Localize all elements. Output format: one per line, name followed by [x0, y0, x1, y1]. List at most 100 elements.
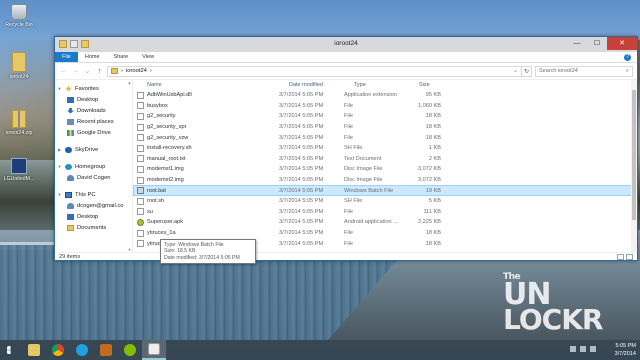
nav-desktop[interactable]: Desktop — [55, 94, 132, 105]
refresh-button[interactable]: ↻ — [522, 65, 532, 77]
desktop-icon-ioroot24-zip[interactable]: ioroot24.zip — [2, 110, 36, 136]
taskbar-app[interactable] — [94, 340, 118, 360]
file-row[interactable]: root.sh 3/7/2014 5:05 PM SH File 5 KB — [133, 196, 637, 207]
file-size: 111 KB — [423, 208, 441, 215]
file-date: 3/7/2014 5:05 PM — [279, 155, 324, 162]
nav-skydrive[interactable]: ▶ SkyDrive — [55, 144, 132, 155]
file-row[interactable]: busybox 3/7/2014 5:05 PM File 1,060 KB — [133, 101, 637, 112]
file-size: 18 KB — [425, 240, 441, 247]
file-name-cell: ytiruces_1a — [137, 229, 279, 237]
file-name-cell: g2_security_vzw — [137, 134, 279, 142]
file-row[interactable]: modemst2.img 3/7/2014 5:05 PM Disc Image F… — [133, 175, 637, 186]
details-view-icon[interactable] — [617, 254, 624, 260]
file-size: 19 KB — [425, 187, 441, 194]
file-icon — [137, 134, 144, 142]
item-count: 29 items — [59, 254, 81, 260]
scrollbar-thumb[interactable] — [632, 90, 636, 220]
nav-this-pc[interactable]: ▼ This PC — [55, 189, 132, 200]
file-name-cell: g2_security_spr — [137, 123, 279, 131]
nav-google-drive[interactable]: Google Drive — [55, 127, 132, 138]
column-header-type[interactable]: Type — [354, 82, 419, 88]
chevron-down-icon[interactable]: ▼ — [57, 164, 62, 169]
scroll-up-icon[interactable]: ▲ — [128, 80, 132, 85]
clock[interactable]: 5:05 PM 3/7/2014 — [615, 342, 636, 358]
flag-icon[interactable] — [590, 346, 596, 352]
desktop-icon-recycle-bin[interactable]: Recycle Bin — [2, 4, 36, 28]
file-row[interactable]: manual_root.txt 3/7/2014 5:05 PM Text Docu… — [133, 154, 637, 165]
file-row[interactable]: root.bat 3/7/2014 5:05 PM Windows Batch Fi… — [133, 185, 637, 196]
nav-homegroup[interactable]: ▼ Homegroup — [55, 161, 132, 172]
tab-view[interactable]: View — [135, 52, 161, 62]
file-row[interactable]: g2_security_spr 3/7/2014 5:05 PM File 18 KB — [133, 122, 637, 133]
nav-label: SkyDrive — [75, 146, 99, 153]
start-button[interactable] — [0, 340, 22, 360]
tab-home[interactable]: Home — [78, 52, 107, 62]
taskbar-file-explorer[interactable] — [22, 340, 46, 360]
tab-share[interactable]: Share — [107, 52, 136, 62]
file-icon — [137, 208, 144, 216]
minimize-button[interactable]: — — [567, 37, 587, 50]
chevron-right-icon[interactable]: ▶ — [57, 147, 62, 152]
forward-button[interactable]: → — [71, 68, 80, 75]
desktop-icon-ioroot24-folder[interactable]: ioroot24 — [2, 52, 36, 80]
taskbar-spotify[interactable] — [118, 340, 142, 360]
desktop-icon-lgunited[interactable]: LGUnitedM... — [2, 158, 36, 182]
recent-locations-button[interactable]: ⌄ — [83, 67, 92, 75]
volume-icon[interactable] — [580, 346, 586, 352]
network-icon[interactable] — [570, 346, 576, 352]
folder-icon — [111, 68, 118, 74]
file-row[interactable]: Superuser.apk 3/7/2014 5:05 PM Android app… — [133, 217, 637, 228]
search-input[interactable]: Search ioroot24 ⌕ — [535, 65, 633, 77]
explorer-window: ioroot24 — ☐ ✕ File Home Share View ? ← … — [54, 36, 638, 265]
nav-downloads[interactable]: Downloads — [55, 105, 132, 116]
breadcrumb-ioroot24[interactable]: ioroot24 — [126, 68, 147, 74]
file-name: g2_security — [147, 113, 176, 120]
nav-pc-desktop[interactable]: Desktop — [55, 211, 132, 222]
taskbar-chrome[interactable] — [46, 340, 70, 360]
spotify-icon — [124, 344, 136, 356]
file-list-scrollbar[interactable] — [631, 80, 637, 252]
column-header-name[interactable]: Name — [147, 82, 289, 88]
file-row[interactable]: AdbWinUsbApi.dll 3/7/2014 5:05 PM Applicat… — [133, 90, 637, 101]
tab-file[interactable]: File — [55, 52, 78, 62]
help-icon[interactable]: ? — [624, 54, 631, 61]
chevron-down-icon[interactable]: ▼ — [57, 192, 62, 197]
file-row[interactable]: g2_security_vzw 3/7/2014 5:05 PM File 18 KB — [133, 132, 637, 143]
back-button[interactable]: ← — [59, 68, 68, 75]
file-date: 3/7/2014 5:05 PM — [279, 230, 324, 237]
file-row[interactable]: install-recovery.sh 3/7/2014 5:05 PM SH Fi… — [133, 143, 637, 154]
file-icon — [137, 91, 144, 99]
scroll-down-icon[interactable]: ▼ — [128, 247, 132, 252]
taskbar-internet-explorer[interactable] — [70, 340, 94, 360]
file-row[interactable]: ytiruces_1a 3/7/2014 5:05 PM File 18 KB — [133, 228, 637, 239]
up-button[interactable]: ↑ — [95, 68, 104, 75]
address-dropdown-icon[interactable]: ⌄ — [513, 68, 518, 74]
app-icon — [11, 158, 27, 174]
file-row[interactable]: modemst1.img 3/7/2014 5:05 PM Disc Image F… — [133, 164, 637, 175]
file-name: AdbWinUsbApi.dll — [147, 92, 192, 99]
file-size: 2 KB — [428, 155, 441, 162]
nav-documents[interactable]: Documents — [55, 222, 132, 233]
column-header-date[interactable]: Date modified — [289, 82, 354, 88]
large-icons-view-icon[interactable] — [626, 254, 633, 260]
nav-favorites[interactable]: ▼ Favorites — [55, 83, 132, 94]
file-name-cell: g2_security — [137, 112, 279, 120]
file-name-cell: root.bat — [137, 187, 279, 195]
close-button[interactable]: ✕ — [607, 37, 637, 50]
chevron-down-icon[interactable]: ▼ — [57, 86, 62, 91]
user-icon — [67, 174, 74, 181]
file-rows: AdbWinUsbApi.dll 3/7/2014 5:05 PM Applicat… — [133, 90, 637, 249]
nav-pane-scrollbar[interactable]: ▲ ▼ — [127, 80, 132, 252]
search-icon: ⌕ — [625, 67, 629, 74]
address-input[interactable]: › ioroot24 › ⌄ — [107, 65, 522, 77]
file-row[interactable]: su 3/7/2014 5:05 PM File 111 KB — [133, 207, 637, 218]
file-name: busybox — [147, 102, 168, 109]
ribbon-tabs: File Home Share View ? — [55, 52, 637, 63]
taskbar-active-window[interactable] — [142, 340, 166, 360]
nav-david-cogen[interactable]: David Cogen — [55, 172, 132, 183]
file-row[interactable]: g2_security 3/7/2014 5:05 PM File 18 KB — [133, 111, 637, 122]
nav-recent-places[interactable]: Recent places — [55, 116, 132, 127]
nav-user-account[interactable]: dcogen@gmail.co — [55, 200, 132, 211]
column-header-size[interactable]: Size — [419, 82, 459, 88]
maximize-button[interactable]: ☐ — [587, 37, 607, 50]
